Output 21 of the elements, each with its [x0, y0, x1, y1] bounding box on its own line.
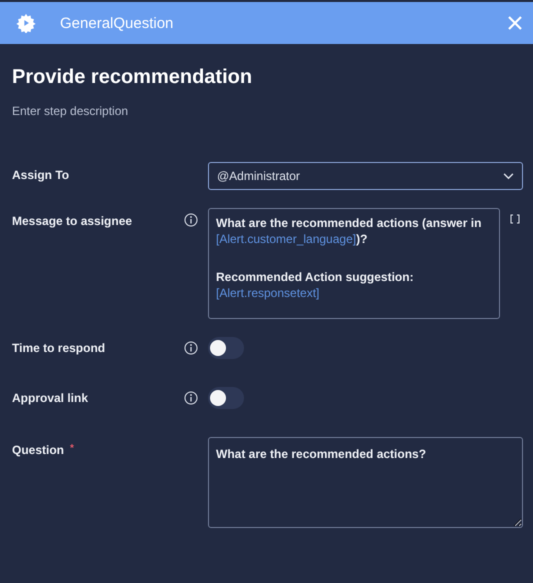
window-title: GeneralQuestion [60, 14, 174, 32]
toggle-switch[interactable] [208, 337, 244, 359]
close-icon[interactable] [507, 15, 523, 31]
assignee-dropdown[interactable]: @Administrator [208, 162, 523, 190]
field-label: Message to assignee [12, 214, 132, 228]
gear-icon [16, 13, 36, 33]
field-label: Time to respond [12, 341, 106, 355]
expand-icon[interactable] [510, 214, 520, 224]
message-field[interactable]: What are the recommended actions (answer in [Alert.customer_language])? Recommended Action suggestion: [Alert.responsetext] [208, 208, 500, 319]
info-icon[interactable] [184, 213, 198, 227]
step-description[interactable]: Enter step description [12, 104, 523, 118]
step-title: Provide recommendation [12, 66, 254, 89]
toggle-switch[interactable] [208, 387, 244, 409]
info-icon[interactable] [184, 341, 198, 355]
field-label: Assign To [12, 168, 70, 182]
field-label: Approval link [12, 391, 88, 405]
required-marker: * [70, 443, 74, 456]
question-field[interactable]: What are the recommended actions? [208, 437, 523, 528]
field-label: Question [12, 443, 64, 457]
info-icon[interactable] [184, 391, 198, 405]
chevron-down-icon [503, 172, 514, 180]
